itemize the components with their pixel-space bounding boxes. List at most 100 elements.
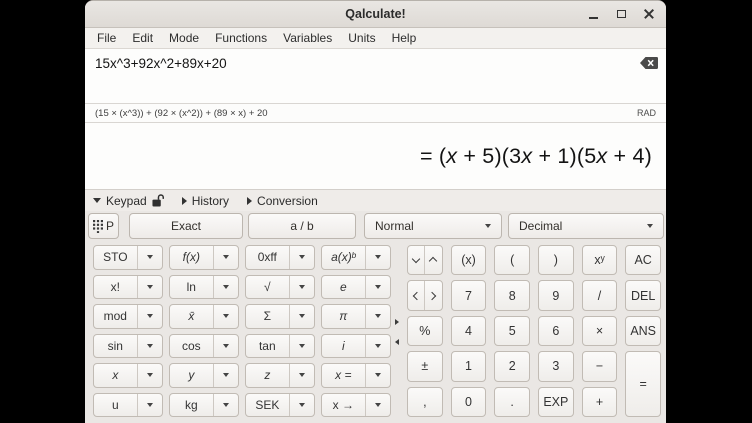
key-7[interactable]: 7 xyxy=(451,280,487,310)
key-pi-dropdown[interactable] xyxy=(365,305,390,328)
key-sek-dropdown[interactable] xyxy=(289,394,314,417)
key-y[interactable]: y xyxy=(170,364,213,387)
menu-item-edit[interactable]: Edit xyxy=(124,31,161,45)
tab-history[interactable]: History xyxy=(182,194,229,208)
menu-item-variables[interactable]: Variables xyxy=(275,31,340,45)
key-pi[interactable]: π xyxy=(322,305,365,328)
key-sin-dropdown[interactable] xyxy=(137,335,162,358)
key-power[interactable]: xʸ xyxy=(582,245,618,275)
display-mode-select[interactable]: Normal xyxy=(364,213,502,239)
pane-expand-right-button[interactable] xyxy=(395,317,403,327)
key-ln[interactable]: ln xyxy=(170,276,213,299)
key-1[interactable]: 1 xyxy=(451,351,487,381)
key-plus-minus[interactable]: ± xyxy=(407,351,443,381)
key-u-dropdown[interactable] xyxy=(137,394,162,417)
menu-item-help[interactable]: Help xyxy=(384,31,425,45)
key-x-equals-dropdown[interactable] xyxy=(365,364,390,387)
menu-item-units[interactable]: Units xyxy=(340,31,383,45)
key-fx[interactable]: f(x) xyxy=(170,246,213,269)
cursor-left-button[interactable] xyxy=(408,281,424,309)
key-4[interactable]: 4 xyxy=(451,316,487,346)
key-mean[interactable]: x̄ xyxy=(170,305,213,328)
key-multiply[interactable]: × xyxy=(582,316,618,346)
close-button[interactable] xyxy=(638,3,660,25)
scroll-down-button[interactable] xyxy=(408,246,424,274)
key-power-function[interactable]: a(x)ᵇ xyxy=(322,246,365,269)
key-sum-dropdown[interactable] xyxy=(289,305,314,328)
key-6[interactable]: 6 xyxy=(538,316,574,346)
key-sqrt-dropdown[interactable] xyxy=(289,276,314,299)
fraction-button[interactable]: a / b xyxy=(248,213,356,239)
key-i[interactable]: i xyxy=(322,335,365,358)
key-sum[interactable]: Σ xyxy=(246,305,289,328)
key-plus[interactable]: + xyxy=(582,387,618,417)
key-hex[interactable]: 0xff xyxy=(246,246,289,269)
key-e[interactable]: e xyxy=(322,276,365,299)
menu-item-functions[interactable]: Functions xyxy=(207,31,275,45)
key-2[interactable]: 2 xyxy=(494,351,530,381)
key-open-paren[interactable]: ( xyxy=(494,245,530,275)
key-kg[interactable]: kg xyxy=(170,394,213,417)
key-8[interactable]: 8 xyxy=(494,280,530,310)
exact-toggle-button[interactable]: Exact xyxy=(129,213,243,239)
key-decimal-point[interactable]: . xyxy=(494,387,530,417)
key-exp[interactable]: EXP xyxy=(538,387,574,417)
maximize-button[interactable] xyxy=(610,3,632,25)
key-factorial[interactable]: x! xyxy=(94,276,137,299)
minimize-button[interactable] xyxy=(582,3,604,25)
key-x[interactable]: x xyxy=(94,364,137,387)
key-5[interactable]: 5 xyxy=(494,316,530,346)
key-z[interactable]: z xyxy=(246,364,289,387)
key-hex-dropdown[interactable] xyxy=(289,246,314,269)
key-comma[interactable]: , xyxy=(407,387,443,417)
key-cos[interactable]: cos xyxy=(170,335,213,358)
key-x-dropdown[interactable] xyxy=(137,364,162,387)
key-9[interactable]: 9 xyxy=(538,280,574,310)
key-z-dropdown[interactable] xyxy=(289,364,314,387)
key-i-dropdown[interactable] xyxy=(365,335,390,358)
key-sto[interactable]: STO xyxy=(94,246,137,269)
expression-input[interactable]: 15x^3+92x^2+89x+20 xyxy=(85,49,666,103)
menu-item-mode[interactable]: Mode xyxy=(161,31,207,45)
menu-item-file[interactable]: File xyxy=(89,31,124,45)
key-divide[interactable]: / xyxy=(582,280,618,310)
tab-keypad[interactable]: Keypad xyxy=(93,194,164,208)
key-0[interactable]: 0 xyxy=(451,387,487,417)
key-factorial-dropdown[interactable] xyxy=(137,276,162,299)
key-3[interactable]: 3 xyxy=(538,351,574,381)
key-x-equals[interactable]: x = xyxy=(322,364,365,387)
key-mean-dropdown[interactable] xyxy=(213,305,238,328)
programming-keypad-button[interactable]: P xyxy=(88,213,119,239)
key-minus[interactable]: − xyxy=(582,351,618,381)
key-cos-dropdown[interactable] xyxy=(213,335,238,358)
clear-expression-button[interactable] xyxy=(638,56,658,70)
cursor-right-button[interactable] xyxy=(424,281,441,309)
key-equals[interactable]: = xyxy=(625,351,661,417)
key-smart-parentheses[interactable]: (x) xyxy=(451,245,487,275)
key-ac[interactable]: AC xyxy=(625,245,661,275)
key-y-dropdown[interactable] xyxy=(213,364,238,387)
key-power-function-dropdown[interactable] xyxy=(365,246,390,269)
key-e-dropdown[interactable] xyxy=(365,276,390,299)
key-tan[interactable]: tan xyxy=(246,335,289,358)
key-sek[interactable]: SEK xyxy=(246,394,289,417)
number-base-select[interactable]: Decimal xyxy=(508,213,664,239)
key-sto-dropdown[interactable] xyxy=(137,246,162,269)
key-tan-dropdown[interactable] xyxy=(289,335,314,358)
pane-collapse-left-button[interactable] xyxy=(395,337,403,347)
key-del[interactable]: DEL xyxy=(625,280,661,310)
key-u[interactable]: u xyxy=(94,394,137,417)
key-mod[interactable]: mod xyxy=(94,305,137,328)
key-sin[interactable]: sin xyxy=(94,335,137,358)
tab-conversion[interactable]: Conversion xyxy=(247,194,318,208)
key-x-to-dropdown[interactable] xyxy=(365,394,390,417)
angle-mode-indicator[interactable]: RAD xyxy=(637,108,656,118)
key-percent[interactable]: % xyxy=(407,316,443,346)
key-mod-dropdown[interactable] xyxy=(137,305,162,328)
key-kg-dropdown[interactable] xyxy=(213,394,238,417)
key-ln-dropdown[interactable] xyxy=(213,276,238,299)
key-fx-dropdown[interactable] xyxy=(213,246,238,269)
key-sqrt[interactable]: √ xyxy=(246,276,289,299)
key-close-paren[interactable]: ) xyxy=(538,245,574,275)
key-x-to[interactable]: x → xyxy=(322,394,365,417)
